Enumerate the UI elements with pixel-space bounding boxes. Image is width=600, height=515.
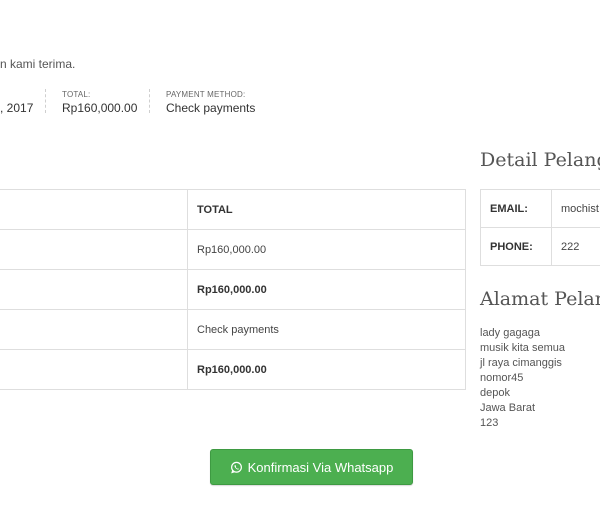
whatsapp-icon: [230, 461, 243, 474]
address-line: musik kita semua: [480, 342, 565, 354]
order-total-label: TOTAL:: [62, 90, 91, 99]
phone-value: 222: [551, 227, 600, 266]
address-line: lady gagaga: [480, 327, 540, 339]
order-details-table: TOTAL Rp160,000.00 Rp160,000.00 Check pa…: [0, 189, 466, 390]
billing-address: lady gagaga musik kita semua jl raya cim…: [480, 326, 565, 431]
grand-total-value: Rp160,000.00: [187, 349, 466, 390]
address-line: jl raya cimanggis: [480, 357, 562, 369]
order-date: , 2017: [0, 90, 33, 116]
table-row: Rp160,000.00: [0, 349, 466, 390]
payment-value: Check payments: [187, 309, 466, 350]
address-line: depok: [480, 387, 510, 399]
table-row: Rp160,000.00: [0, 229, 466, 270]
table-header-row: TOTAL: [0, 189, 466, 230]
whatsapp-button-label: Konfirmasi Via Whatsapp: [247, 459, 394, 475]
order-received-notice: n kami terima.: [0, 57, 76, 71]
email-label: EMAIL:: [480, 189, 552, 228]
table-row: EMAIL: mochist: [480, 189, 600, 228]
customer-details-table: EMAIL: mochist PHONE: 222: [480, 189, 600, 266]
order-total: TOTAL: Rp160,000.00: [62, 90, 137, 116]
payment-method-label: PAYMENT METHOD:: [166, 90, 246, 99]
row-value: Rp160,000.00: [187, 229, 466, 270]
table-cell: [0, 229, 188, 270]
table-cell: [0, 349, 188, 390]
order-date-value: , 2017: [0, 101, 34, 115]
address-line: 123: [480, 417, 499, 429]
order-date-label: [0, 90, 33, 100]
order-total-value: Rp160,000.00: [62, 101, 138, 115]
table-row: PHONE: 222: [480, 227, 600, 266]
meta-divider: [149, 89, 150, 113]
payment-method: PAYMENT METHOD: Check payments: [166, 90, 255, 116]
address-line: nomor45: [480, 372, 524, 384]
table-row: Check payments: [0, 309, 466, 350]
subtotal-value: Rp160,000.00: [187, 269, 466, 310]
email-value: mochist: [551, 189, 600, 228]
address-title: Alamat Pelang: [480, 288, 600, 310]
total-column-header: TOTAL: [187, 189, 466, 230]
phone-label: PHONE:: [480, 227, 552, 266]
whatsapp-confirm-button[interactable]: Konfirmasi Via Whatsapp: [210, 449, 413, 485]
customer-details-title: Detail Pelang: [480, 149, 600, 171]
meta-divider: [45, 89, 46, 113]
table-cell: [0, 189, 188, 230]
address-line: Jawa Barat: [480, 402, 536, 414]
table-row: Rp160,000.00: [0, 269, 466, 310]
table-cell: [0, 309, 188, 350]
payment-method-value: Check payments: [166, 101, 256, 115]
table-cell: [0, 269, 188, 310]
